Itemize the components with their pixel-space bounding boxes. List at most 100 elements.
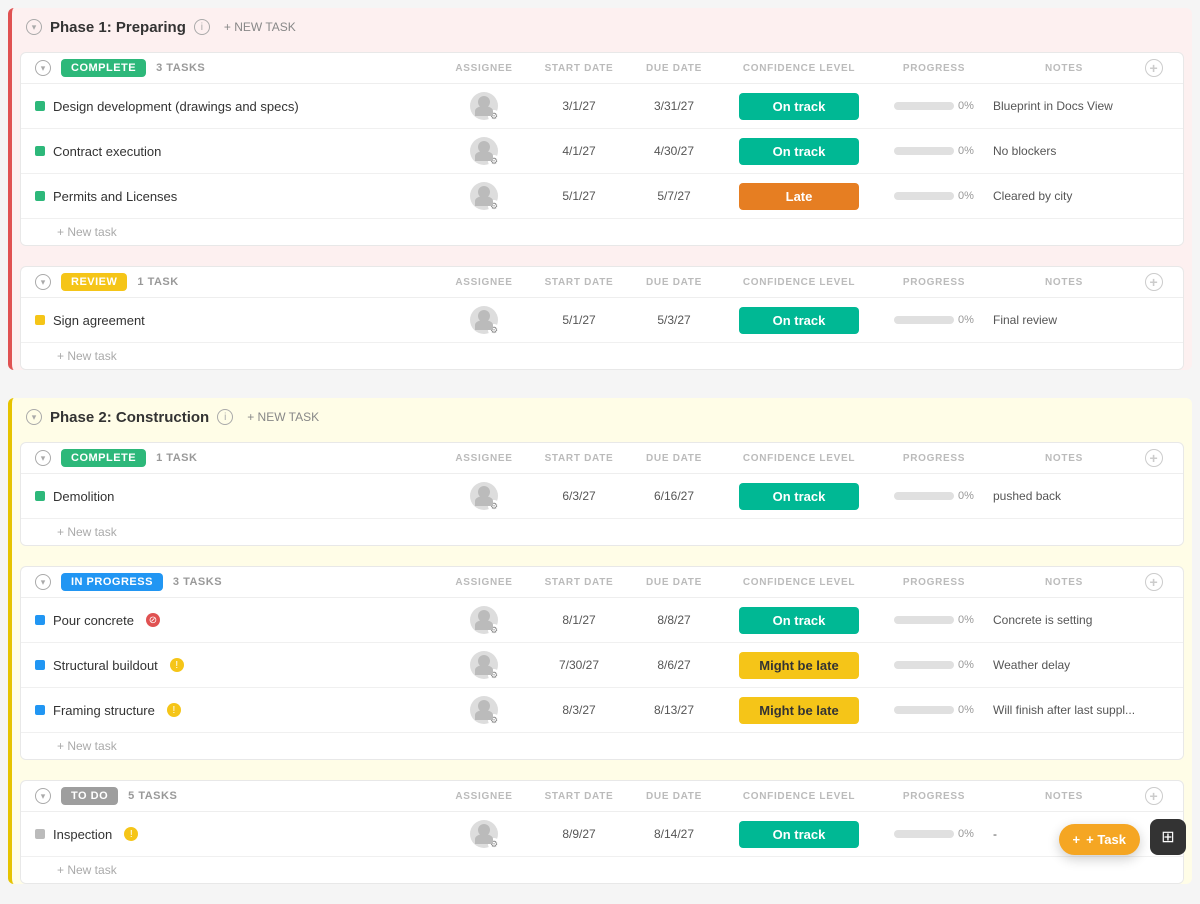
- avatar-gear-icon: ⚙: [488, 324, 500, 336]
- task-row-s2-todo-0[interactable]: Inspection ! ⚙ 8/9/27 8/14/27 On track: [21, 812, 1183, 857]
- progress-cell: 0%: [879, 828, 989, 840]
- phase-chevron-phase2[interactable]: ▾: [26, 409, 42, 425]
- task-row-s1-complete-2[interactable]: Permits and Licenses ⚙ 5/1/27 5/7/27 Lat…: [21, 174, 1183, 219]
- assignee-avatar: ⚙: [470, 182, 498, 210]
- grid-view-icon[interactable]: ⊞: [1150, 819, 1186, 855]
- confidence-cell[interactable]: Might be late: [719, 652, 879, 679]
- task-row-s2-inprogress-0[interactable]: Pour concrete ⊘ ⚙ 8/1/27 8/8/27 On track: [21, 598, 1183, 643]
- assignee-cell[interactable]: ⚙: [439, 606, 529, 634]
- add-column-icon-s2-complete[interactable]: +: [1145, 449, 1163, 467]
- task-row-s1-complete-0[interactable]: Design development (drawings and specs) …: [21, 84, 1183, 129]
- confidence-cell[interactable]: On track: [719, 138, 879, 165]
- col-duedate: DUE DATE: [629, 277, 719, 288]
- due-date-cell: 3/31/27: [629, 99, 719, 113]
- due-date-cell: 5/3/27: [629, 313, 719, 327]
- task-dot: [35, 829, 45, 839]
- avatar-gear-icon: ⚙: [488, 200, 500, 212]
- task-name: Structural buildout: [53, 658, 158, 673]
- confidence-badge: On track: [739, 821, 859, 848]
- new-task-row-s1-review[interactable]: + New task: [21, 343, 1183, 369]
- col-assignee: ASSIGNEE: [439, 277, 529, 288]
- progress-bar-bg: [894, 830, 954, 838]
- assignee-cell[interactable]: ⚙: [439, 820, 529, 848]
- start-date-cell: 4/1/27: [529, 144, 629, 158]
- assignee-cell[interactable]: ⚙: [439, 651, 529, 679]
- phase-chevron-phase1[interactable]: ▾: [26, 19, 42, 35]
- task-name: Inspection: [53, 827, 112, 842]
- confidence-badge: On track: [739, 93, 859, 120]
- confidence-cell[interactable]: On track: [719, 821, 879, 848]
- task-count-s2-inprogress: 3 TASKS: [173, 576, 222, 588]
- progress-bar-bg: [894, 316, 954, 324]
- task-name: Contract execution: [53, 144, 161, 159]
- avatar-gear-icon: ⚙: [488, 110, 500, 122]
- due-date-cell: 8/6/27: [629, 658, 719, 672]
- new-task-row-s2-complete[interactable]: + New task: [21, 519, 1183, 545]
- section-chevron-s2-complete[interactable]: ▾: [35, 450, 51, 466]
- notes-cell: pushed back: [989, 489, 1139, 503]
- phase-info-icon-phase1[interactable]: i: [194, 19, 210, 35]
- section-chevron-s1-review[interactable]: ▾: [35, 274, 51, 290]
- confidence-cell[interactable]: On track: [719, 483, 879, 510]
- warning-icon: !: [167, 703, 181, 717]
- task-row-s2-inprogress-1[interactable]: Structural buildout ! ⚙ 7/30/27 8/6/27 M…: [21, 643, 1183, 688]
- add-column-icon-s1-complete[interactable]: +: [1145, 59, 1163, 77]
- col-confidence: CONFIDENCE LEVEL: [719, 453, 879, 464]
- assignee-cell[interactable]: ⚙: [439, 482, 529, 510]
- start-date-cell: 7/30/27: [529, 658, 629, 672]
- section-chevron-s1-complete[interactable]: ▾: [35, 60, 51, 76]
- col-startdate: START DATE: [529, 577, 629, 588]
- assignee-cell[interactable]: ⚙: [439, 92, 529, 120]
- progress-bar-bg: [894, 192, 954, 200]
- status-badge-s2-inprogress: IN PROGRESS: [61, 573, 163, 591]
- task-row-s1-complete-1[interactable]: Contract execution ⚙ 4/1/27 4/30/27 On t…: [21, 129, 1183, 174]
- start-date-cell: 8/9/27: [529, 827, 629, 841]
- task-count-s2-todo: 5 TASKS: [128, 790, 177, 802]
- task-name: Permits and Licenses: [53, 189, 177, 204]
- notes-cell: Weather delay: [989, 658, 1139, 672]
- assignee-avatar: ⚙: [470, 651, 498, 679]
- confidence-cell[interactable]: Late: [719, 183, 879, 210]
- task-name: Sign agreement: [53, 313, 145, 328]
- task-row-s2-complete-0[interactable]: Demolition ⚙ 6/3/27 6/16/27 On track: [21, 474, 1183, 519]
- start-date-cell: 3/1/27: [529, 99, 629, 113]
- confidence-cell[interactable]: Might be late: [719, 697, 879, 724]
- task-count-s1-complete: 3 TASKS: [156, 62, 205, 74]
- progress-pct: 0%: [958, 314, 974, 326]
- status-badge-s1-complete: COMPLETE: [61, 59, 146, 77]
- progress-cell: 0%: [879, 145, 989, 157]
- phase-info-icon-phase2[interactable]: i: [217, 409, 233, 425]
- task-row-s2-inprogress-2[interactable]: Framing structure ! ⚙ 8/3/27 8/13/27 Mig…: [21, 688, 1183, 733]
- phase-new-task-phase2[interactable]: + NEW TASK: [241, 408, 325, 426]
- add-column-icon-s2-todo[interactable]: +: [1145, 787, 1163, 805]
- new-task-row-s1-complete[interactable]: + New task: [21, 219, 1183, 245]
- avatar-gear-icon: ⚙: [488, 155, 500, 167]
- add-column-icon-s1-review[interactable]: +: [1145, 273, 1163, 291]
- phase-new-task-phase1[interactable]: + NEW TASK: [218, 18, 302, 36]
- task-name: Framing structure: [53, 703, 155, 718]
- confidence-cell[interactable]: On track: [719, 307, 879, 334]
- confidence-cell[interactable]: On track: [719, 93, 879, 120]
- assignee-cell[interactable]: ⚙: [439, 137, 529, 165]
- assignee-avatar: ⚙: [470, 306, 498, 334]
- col-startdate: START DATE: [529, 63, 629, 74]
- new-task-row-s2-inprogress[interactable]: + New task: [21, 733, 1183, 759]
- assignee-cell[interactable]: ⚙: [439, 696, 529, 724]
- assignee-cell[interactable]: ⚙: [439, 182, 529, 210]
- progress-cell: 0%: [879, 190, 989, 202]
- col-assignee: ASSIGNEE: [439, 63, 529, 74]
- add-task-fab[interactable]: + + Task: [1059, 824, 1140, 855]
- assignee-avatar: ⚙: [470, 92, 498, 120]
- section-s2-inprogress: ▾ IN PROGRESS 3 TASKS ASSIGNEE START DAT…: [20, 566, 1184, 760]
- new-task-row-s2-todo[interactable]: + New task: [21, 857, 1183, 883]
- add-column-icon-s2-inprogress[interactable]: +: [1145, 573, 1163, 591]
- notes-cell: No blockers: [989, 144, 1139, 158]
- task-row-s1-review-0[interactable]: Sign agreement ⚙ 5/1/27 5/3/27 On track: [21, 298, 1183, 343]
- progress-pct: 0%: [958, 190, 974, 202]
- section-chevron-s2-inprogress[interactable]: ▾: [35, 574, 51, 590]
- progress-cell: 0%: [879, 314, 989, 326]
- section-chevron-s2-todo[interactable]: ▾: [35, 788, 51, 804]
- avatar-gear-icon: ⚙: [488, 669, 500, 681]
- assignee-cell[interactable]: ⚙: [439, 306, 529, 334]
- confidence-cell[interactable]: On track: [719, 607, 879, 634]
